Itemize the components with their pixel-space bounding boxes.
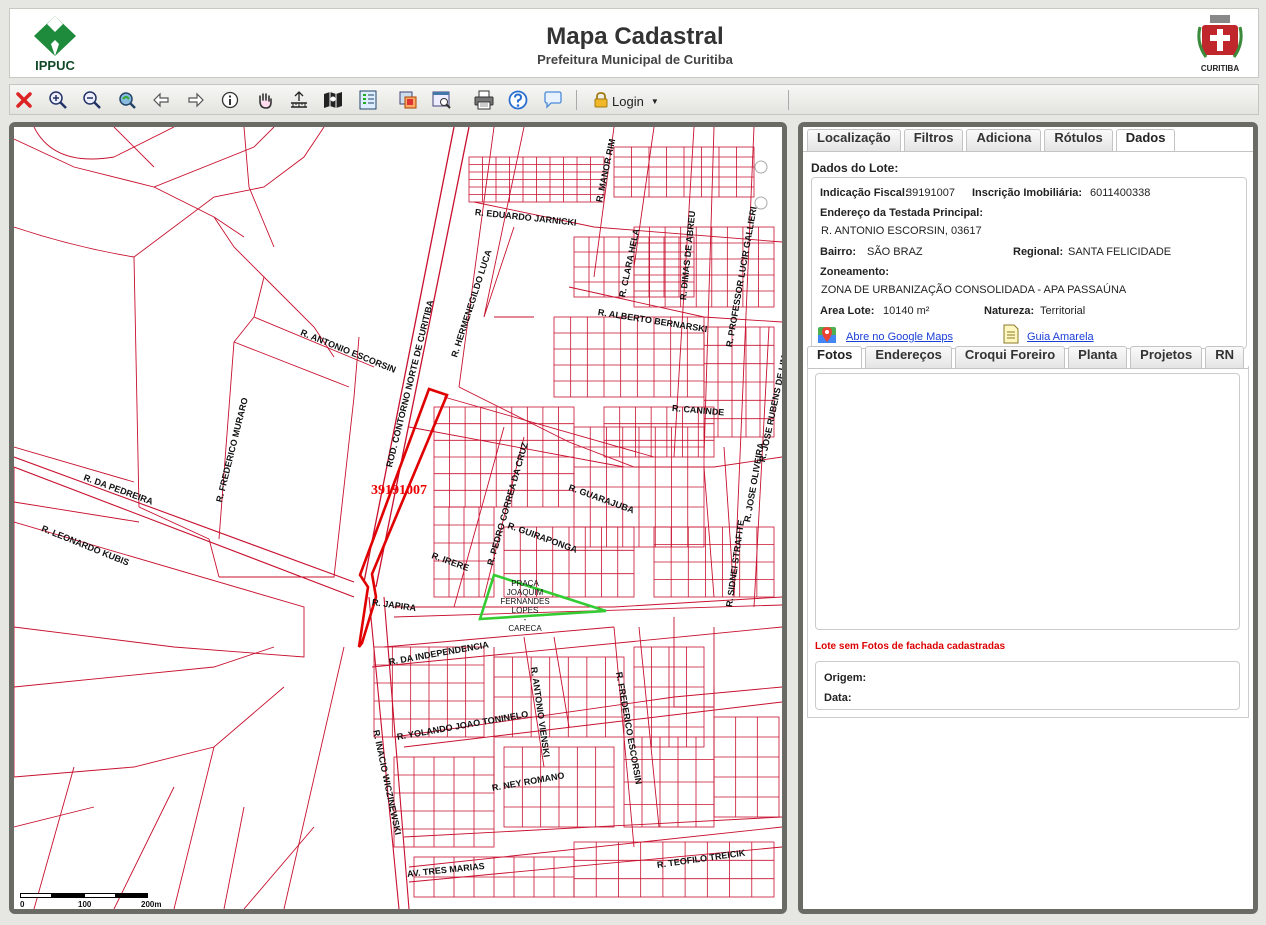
- page-subtitle: Prefeitura Municipal de Curitiba: [537, 52, 733, 67]
- side-panel: Localização Filtros Adiciona Rótulos Dad…: [798, 122, 1258, 914]
- zoom-in-icon[interactable]: [47, 89, 69, 111]
- regional-value: SANTA FELICIDADE: [1068, 246, 1172, 258]
- tab-divider: [803, 151, 1253, 152]
- close-icon[interactable]: [13, 89, 35, 111]
- forward-icon[interactable]: [185, 89, 207, 111]
- tab-filtros[interactable]: Filtros: [903, 129, 964, 151]
- tab-croqui-foreiro[interactable]: Croqui Foreiro: [954, 346, 1066, 368]
- praca-line: CARECA: [508, 624, 542, 633]
- side-panel-content: Localização Filtros Adiciona Rótulos Dad…: [803, 127, 1253, 909]
- measure-icon[interactable]: [288, 89, 310, 111]
- lot-details-box: Indicação Fiscal: 39191007 Inscrição Imo…: [811, 177, 1247, 349]
- printer-icon[interactable]: [473, 89, 495, 111]
- print-area-icon[interactable]: [397, 89, 419, 111]
- praca-line: LOPES: [511, 606, 539, 615]
- regional-label: Regional:: [1013, 246, 1064, 258]
- endereco-label: Endereço da Testada Principal:: [820, 207, 984, 219]
- tab-fotos[interactable]: Fotos: [807, 346, 863, 368]
- inscricao-imobiliaria-value: 6011400338: [1090, 187, 1151, 199]
- ippuc-logo: IPPUC: [30, 14, 80, 76]
- main-tabs: Localização Filtros Adiciona Rótulos Dad…: [807, 129, 1176, 151]
- zoom-out-icon[interactable]: [81, 89, 103, 111]
- login-dropdown[interactable]: Login ▼: [594, 91, 659, 111]
- ippuc-logo-text: IPPUC: [35, 58, 75, 73]
- bairro-label: Bairro:: [820, 246, 857, 258]
- guia-amarela-link[interactable]: Guia Amarela: [1027, 331, 1094, 343]
- map-toolbar: Login ▼: [9, 84, 1259, 115]
- scale-segment: [116, 893, 148, 898]
- tab-projetos[interactable]: Projetos: [1130, 346, 1203, 368]
- toolbar-separator: [788, 90, 789, 110]
- indicacao-fiscal-value: 39191007: [906, 187, 955, 199]
- natureza-label: Natureza:: [984, 305, 1035, 317]
- pan-hand-icon[interactable]: [254, 89, 276, 111]
- checklist-icon[interactable]: [357, 89, 379, 111]
- back-icon[interactable]: [150, 89, 172, 111]
- no-photo-message: Lote sem Fotos de fachada cadastradas: [815, 641, 1006, 652]
- inscricao-imobiliaria-label: Inscrição Imobiliária:: [972, 187, 1083, 199]
- area-lote-label: Area Lote:: [820, 305, 875, 317]
- praca-line: FERNANDES: [500, 597, 550, 606]
- comment-icon[interactable]: [542, 89, 564, 111]
- origem-label: Origem:: [824, 672, 867, 684]
- photo-viewer: [815, 373, 1240, 630]
- indicacao-fiscal-label: Indicação Fiscal:: [820, 187, 909, 199]
- praca-line: -: [523, 615, 527, 624]
- tab-rn[interactable]: RN: [1205, 346, 1244, 368]
- scale-segment: [52, 893, 84, 898]
- praca-line: PRAÇA: [511, 579, 539, 588]
- zoneamento-label: Zoneamento:: [820, 266, 890, 278]
- app-header: IPPUC Mapa Cadastral Prefeitura Municipa…: [9, 8, 1259, 78]
- curitiba-coat-of-arms-logo: CURITIBA: [1196, 13, 1244, 75]
- tab-adiciona[interactable]: Adiciona: [966, 129, 1042, 151]
- praca-line: JOAQUIM: [506, 588, 544, 597]
- map-panel: R. EDUARDO JARNICKI R. MANOR RIM R. CLAR…: [9, 122, 787, 914]
- google-maps-link[interactable]: Abre no Google Maps: [846, 331, 953, 343]
- chevron-down-icon: ▼: [650, 96, 659, 106]
- scale-label: 200m: [141, 900, 162, 909]
- map-layers-icon[interactable]: [322, 89, 344, 111]
- tab-localizacao[interactable]: Localização: [807, 129, 901, 151]
- zoom-extent-icon[interactable]: [116, 89, 138, 111]
- search-map-icon[interactable]: [431, 89, 453, 111]
- scale-segment: [84, 893, 116, 898]
- zoneamento-value: ZONA DE URBANIZAÇÃO CONSOLIDADA - APA PA…: [821, 284, 1127, 296]
- tab-dados[interactable]: Dados: [1115, 129, 1176, 151]
- toolbar-separator: [576, 90, 577, 110]
- natureza-value: Territorial: [1040, 305, 1086, 317]
- tab-planta[interactable]: Planta: [1068, 346, 1128, 368]
- lot-section-title: Dados do Lote:: [811, 161, 899, 175]
- tab-rotulos[interactable]: Rótulos: [1044, 129, 1113, 151]
- scale-bar: 0 100 200m: [20, 893, 162, 909]
- help-icon[interactable]: [507, 89, 529, 111]
- scale-segment: [20, 893, 52, 898]
- scale-label: 0: [20, 900, 25, 909]
- lock-icon: [594, 91, 608, 111]
- data-label: Data:: [824, 692, 852, 704]
- endereco-value: R. ANTONIO ESCORSIN, 03617: [821, 225, 982, 237]
- scale-label: 100: [78, 900, 92, 909]
- lot-number-label: 39191007: [371, 483, 427, 498]
- login-label: Login: [612, 93, 644, 109]
- info-icon[interactable]: [219, 89, 241, 111]
- area-lote-value: 10140 m²: [883, 305, 930, 317]
- tab-enderecos[interactable]: Endereços: [865, 346, 952, 368]
- map-canvas: [14, 127, 782, 909]
- detail-tabs: Fotos Endereços Croqui Foreiro Planta Pr…: [807, 346, 1244, 368]
- cadastral-map[interactable]: R. EDUARDO JARNICKI R. MANOR RIM R. CLAR…: [14, 127, 782, 909]
- bairro-value: SÃO BRAZ: [867, 246, 923, 258]
- praca-label: PRAÇA JOAQUIM FERNANDES LOPES - CARECA: [500, 579, 550, 633]
- page-title: Mapa Cadastral: [546, 23, 724, 50]
- curitiba-logo-text: CURITIBA: [1200, 64, 1240, 73]
- map-zoom-control[interactable]: [754, 160, 768, 174]
- photo-origin-box: Origem: Data:: [815, 661, 1240, 710]
